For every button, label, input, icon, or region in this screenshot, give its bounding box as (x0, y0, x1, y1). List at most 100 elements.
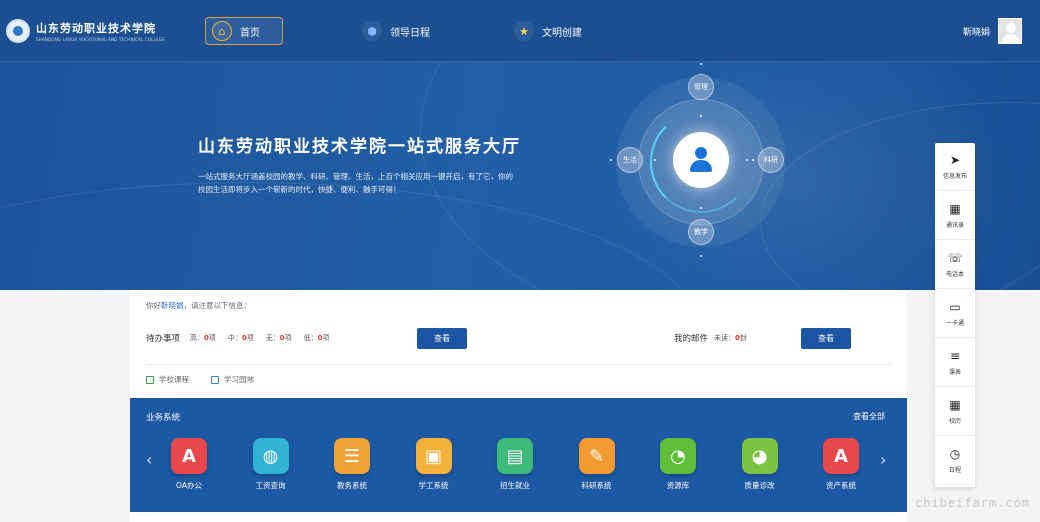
bottom-strip (130, 512, 907, 522)
nav-civilization-label: 文明创建 (542, 27, 582, 39)
dock-item-label: 课表 (948, 369, 961, 376)
app-icon: A (823, 438, 859, 474)
link-study-garden[interactable]: 学习园地 (211, 374, 254, 385)
avatar[interactable] (998, 18, 1022, 44)
greeting-user-name[interactable]: 靳晓娟 (161, 301, 184, 310)
app-name: 资产系统 (826, 481, 856, 490)
app-tile[interactable]: ☰ 教务系统 (322, 438, 382, 491)
timetable-icon: ≡ (949, 349, 961, 363)
dock-item[interactable]: ☏ 电话本 (935, 241, 975, 289)
banner-title: 山东劳动职业技术学院一站式服务大厅 (198, 137, 521, 157)
book-icon (211, 375, 219, 384)
home-icon: ⌂ (212, 21, 232, 41)
service-orbit: 管理 生活 科研 教学 (610, 63, 786, 257)
logo-title: 山东劳动职业技术学院 (36, 22, 156, 35)
clock-icon: ◷ (949, 447, 961, 461)
phone-icon: ☏ (947, 251, 963, 265)
dock-item-label: 一卡通 (945, 320, 964, 327)
mail-unread: 未读：0封 (714, 334, 747, 342)
dock-item-label: 信息发布 (942, 173, 967, 180)
app-tile[interactable]: ▤ 招生就业 (485, 438, 545, 491)
top-nav-bar: 山东劳动职业技术学院 SHANDONG LABOR VOCATIONAL AND… (0, 0, 1040, 62)
app-name: 资源库 (666, 481, 690, 490)
view-all-link[interactable]: 查看全部 (853, 411, 885, 422)
todo-label: 待办事项 (146, 334, 181, 344)
logo-subtitle: SHANDONG LABOR VOCATIONAL AND TECHNICAL … (36, 37, 165, 42)
greeting: 你好靳晓娟，请注意以下信息： (146, 301, 251, 310)
app-icon: ◕ (741, 438, 778, 474)
app-name: 质量诊改 (744, 481, 775, 490)
todo-medium: 中：0项 (227, 334, 254, 342)
dock-item-label: 通讯录 (945, 222, 964, 229)
dock-item-label: 校历 (948, 418, 961, 425)
send-icon: ➤ (949, 153, 961, 167)
nav-home[interactable]: ⌂ 首页 (205, 17, 283, 45)
dock-item-label: 日程 (948, 467, 961, 474)
todo-high: 高：0项 (190, 334, 216, 342)
service-core[interactable] (673, 132, 729, 188)
user-menu[interactable]: 靳晓娟 (963, 18, 1022, 44)
app-tile[interactable]: ▣ 学工系统 (404, 438, 464, 491)
app-tile[interactable]: ◕ 质量诊改 (730, 438, 790, 491)
app-icon: ◍ (252, 438, 289, 474)
mail-label: 我的邮件 (674, 334, 709, 344)
app-name: OA办公 (176, 481, 202, 490)
todo-none: 无：0项 (265, 334, 292, 342)
dock-item[interactable]: ≡ 课表 (935, 339, 975, 387)
user-icon (689, 147, 713, 173)
app-name: 招生就业 (500, 481, 530, 490)
app-icon: ✎ (578, 438, 615, 474)
orbit-node-life[interactable]: 生活 (617, 147, 643, 173)
nav-leader-schedule-label: 领导日程 (390, 27, 430, 39)
calendar-icon: ▦ (949, 398, 961, 412)
college-logo[interactable]: 山东劳动职业技术学院 SHANDONG LABOR VOCATIONAL AND… (6, 19, 165, 43)
nav-home-label: 首页 (240, 27, 260, 39)
dock-item[interactable]: ▭ 一卡通 (935, 290, 975, 338)
chevron-right-icon[interactable]: › (880, 450, 886, 469)
orbit-node-management[interactable]: 管理 (688, 74, 714, 100)
hero-banner: 山东劳动职业技术学院一站式服务大厅 一站式服务大厅涵盖校园的教学、科研、管理、生… (0, 62, 1040, 290)
right-quick-dock: ➤ 信息发布 ▦ 通讯录 ☏ 电话本 ▭ 一卡通 ≡ 课表 ▦ 校历 ◷ 日程 (935, 143, 975, 487)
watermark: chibeifarm.com (915, 496, 1031, 510)
divider (146, 364, 892, 365)
app-tile[interactable]: ◔ 资源库 (648, 438, 708, 491)
business-title: 业务系统 (146, 413, 181, 423)
todo-low: 低：0项 (303, 334, 330, 342)
page-root: { "header": { "logo_text": "山东劳动职业技术学院",… (0, 0, 1040, 522)
todo-summary: 待办事项 高：0项 中：0项 无：0项 低：0项 (146, 332, 342, 344)
schedule-icon: ⬢ (362, 21, 382, 41)
dock-item[interactable]: ➤ 信息发布 (935, 143, 975, 191)
chevron-left-icon[interactable]: ‹ (146, 450, 152, 469)
app-icon: ▣ (415, 438, 452, 474)
address-book-icon: ▦ (949, 202, 961, 216)
app-name: 学工系统 (418, 481, 449, 490)
orbit-node-teaching[interactable]: 教学 (688, 219, 714, 245)
mail-view-button[interactable]: 查看 (801, 328, 851, 349)
dock-item-label: 电话本 (945, 271, 964, 278)
app-tile[interactable]: ✎ 科研系统 (567, 438, 627, 491)
app-tile[interactable]: ◍ 工资查询 (241, 438, 301, 491)
app-name: 工资查询 (255, 481, 286, 490)
dock-item[interactable]: ▦ 通讯录 (935, 192, 975, 240)
app-name: 科研系统 (581, 481, 612, 490)
nav-civilization[interactable]: ★ 文明创建 (508, 17, 590, 45)
app-tile[interactable]: A 资产系统 (811, 438, 871, 491)
document-icon (146, 375, 154, 384)
college-emblem-icon (6, 19, 30, 43)
orbit-node-research[interactable]: 科研 (758, 147, 784, 173)
business-systems: 业务系统 查看全部 ‹ › A OA办公 ◍ 工资查询 ☰ 教务系统 ▣ 学工系统 ▤ 招生就业 ✎… (130, 398, 907, 512)
app-icon: ☰ (334, 438, 370, 474)
dock-item[interactable]: ▦ 校历 (935, 388, 975, 436)
banner-description: 一站式服务大厅涵盖校园的教学、科研、管理、生活，上百个相关应用一键开启，有了它，… (198, 172, 513, 194)
app-icon: ◔ (660, 438, 696, 474)
quick-links: 学校课程 学习园地 (146, 374, 276, 385)
user-name: 靳晓娟 (962, 27, 990, 38)
dock-item[interactable]: ◷ 日程 (935, 437, 975, 485)
card-icon: ▭ (949, 300, 961, 314)
todo-view-button[interactable]: 查看 (417, 328, 467, 349)
app-icon: A (171, 438, 207, 474)
link-school-courses[interactable]: 学校课程 (146, 374, 189, 385)
app-name: 教务系统 (337, 481, 367, 490)
app-tile[interactable]: A OA办公 (159, 438, 219, 491)
nav-leader-schedule[interactable]: ⬢ 领导日程 (356, 17, 436, 45)
